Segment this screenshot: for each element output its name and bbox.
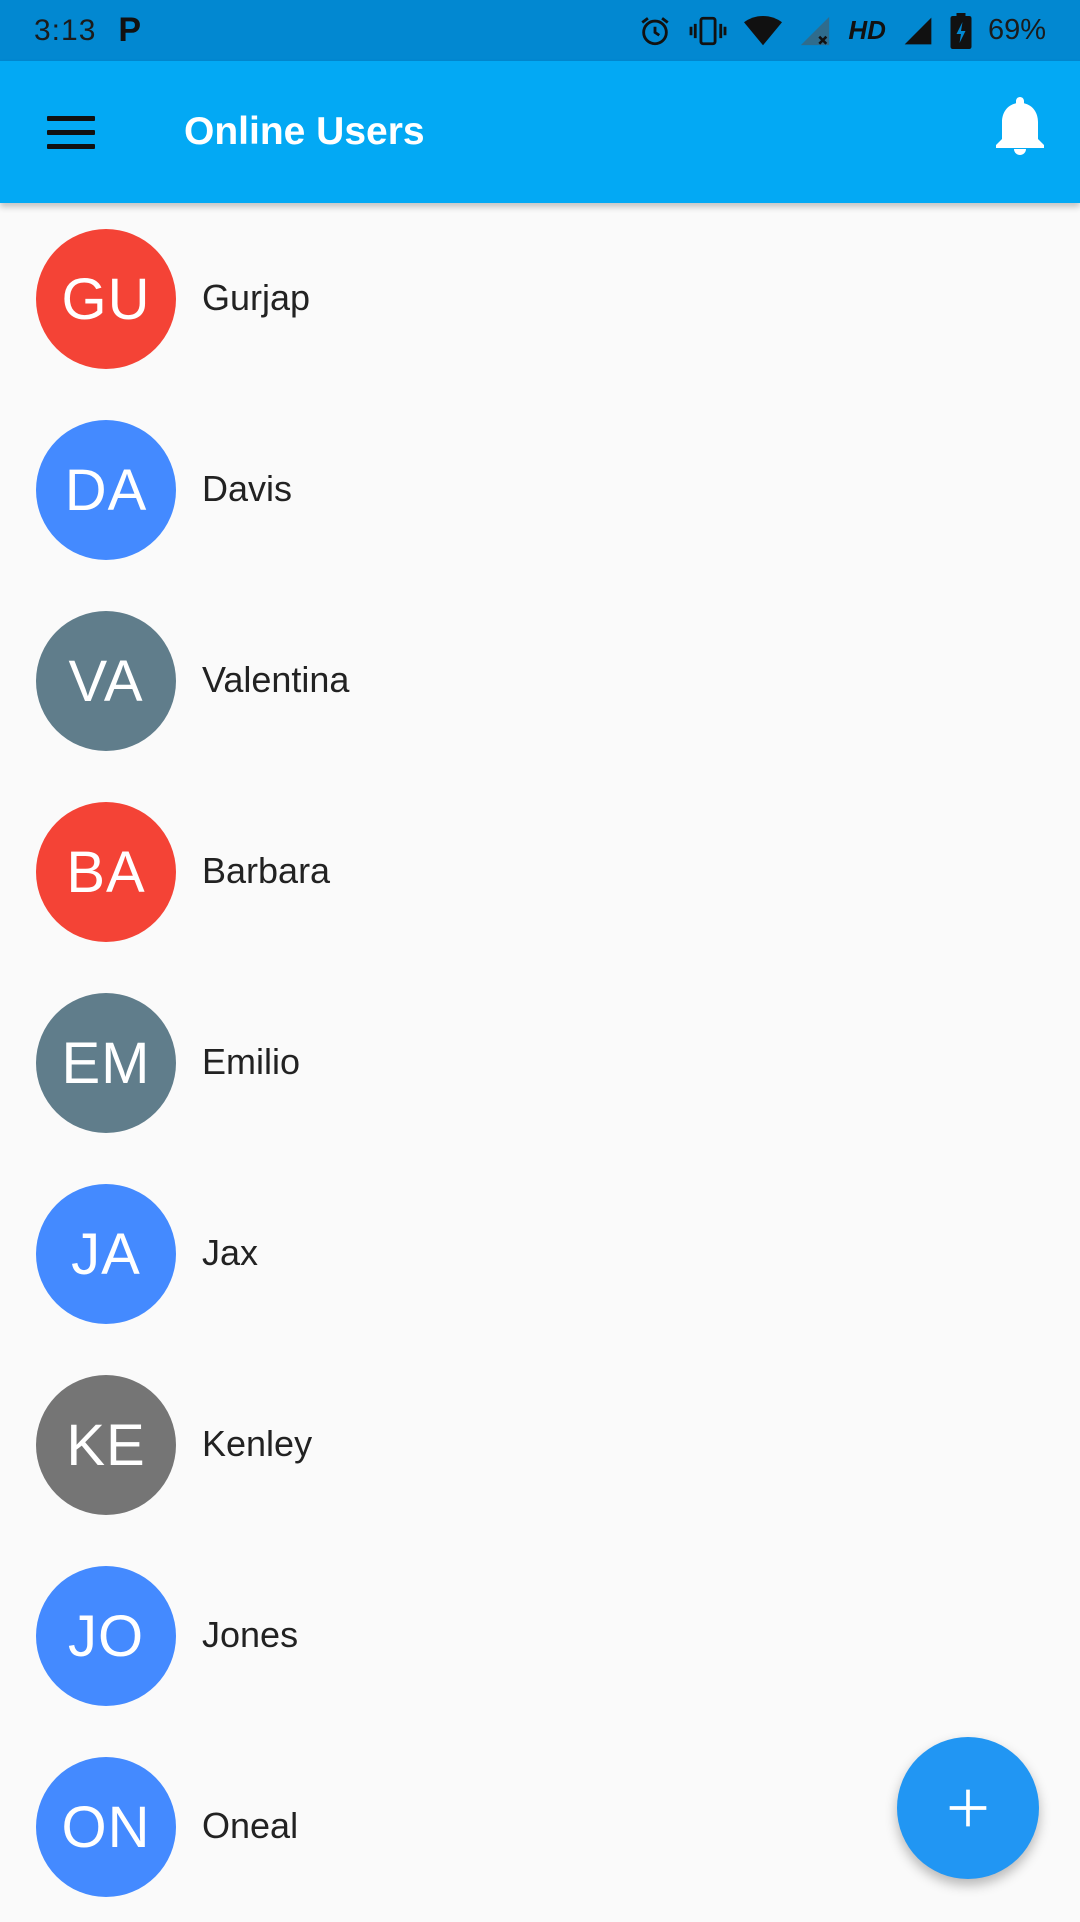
network-type-label: HD — [848, 15, 886, 45]
wifi-icon — [744, 15, 783, 45]
avatar: ON — [36, 1757, 176, 1897]
list-item[interactable]: DA Davis — [0, 394, 1080, 585]
list-item[interactable]: JO Jones — [0, 1540, 1080, 1731]
avatar: VA — [36, 611, 176, 751]
user-name: Davis — [202, 468, 293, 509]
avatar: KE — [36, 1375, 176, 1515]
status-icons: HD 69% — [638, 12, 1046, 49]
avatar: BA — [36, 802, 176, 942]
battery-percentage: 69% — [987, 14, 1046, 46]
list-item[interactable]: JA Jax — [0, 1158, 1080, 1349]
notification-p-icon: P — [118, 11, 142, 49]
user-name: Valentina — [202, 659, 350, 700]
user-name: Emilio — [202, 1041, 301, 1082]
bell-icon[interactable] — [996, 97, 1044, 155]
add-user-button[interactable] — [897, 1737, 1039, 1879]
menu-icon[interactable] — [47, 116, 95, 149]
avatar: GU — [36, 229, 176, 369]
list-item[interactable]: VA Valentina — [0, 585, 1080, 776]
user-name: Jax — [202, 1232, 259, 1273]
alarm-icon — [641, 16, 669, 45]
signal-icon — [904, 17, 932, 44]
vibrate-icon — [689, 16, 727, 45]
avatar: EM — [36, 993, 176, 1133]
user-name: Oneal — [202, 1805, 299, 1846]
avatar: JA — [36, 1184, 176, 1324]
plus-icon — [949, 1789, 987, 1827]
user-list: GU Gurjap DA Davis VA Valentina BA Barbara EM Emi… — [0, 203, 1080, 1922]
list-item[interactable]: BA Barbara — [0, 776, 1080, 967]
user-name: Jones — [202, 1614, 299, 1655]
avatar: JO — [36, 1566, 176, 1706]
list-item[interactable]: GU Gurjap — [0, 203, 1080, 394]
battery-charging-icon — [950, 12, 972, 49]
user-name: Barbara — [202, 850, 331, 891]
list-item[interactable]: KE Kenley — [0, 1349, 1080, 1540]
app-bar: Online Users — [0, 61, 1080, 203]
status-bar: 3:13 P HD 69% — [0, 0, 1080, 61]
list-item[interactable]: EM Emilio — [0, 967, 1080, 1158]
user-name: Gurjap — [202, 277, 311, 318]
user-name: Kenley — [202, 1423, 313, 1464]
signal-off-icon — [801, 16, 830, 45]
page-title: Online Users — [184, 110, 425, 153]
avatar: DA — [36, 420, 176, 560]
status-time: 3:13 — [34, 13, 97, 47]
